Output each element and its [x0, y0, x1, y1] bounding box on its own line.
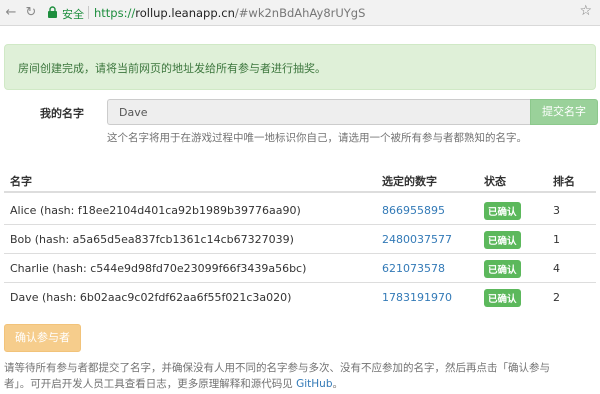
rank-value: 3 [553, 204, 560, 217]
address-bar[interactable]: 安全 https://rollup.leanapp.cn/#wk2nBdAhAy… [44, 3, 592, 23]
table-row: Dave (hash: 6b02aac9c02fdf62aa6f55f021c3… [4, 289, 596, 321]
name-label: 我的名字 [40, 107, 84, 120]
table-header-divider [4, 191, 596, 193]
url-separator [88, 6, 89, 19]
rank-value: 2 [553, 291, 560, 304]
participant-name: Dave (hash: 6b02aac9c02fdf62aa6f55f021c3… [10, 291, 292, 304]
footer-note: 请等待所有参与者都提交了名字，并确保没有人用不同的名字参与多次、没有不应参加的名… [4, 360, 596, 392]
table-row: Bob (hash: a5a65d5ea837fcb1361c14cb67327… [4, 231, 596, 263]
participant-name: Bob (hash: a5a65d5ea837fcb1361c14cb67327… [10, 233, 294, 246]
status-badge: 已确认 [484, 231, 521, 249]
github-link[interactable]: GitHub [296, 378, 332, 390]
footer-text-line1: 请等待所有参与者都提交了名字，并确保没有人用不同的名字参与多次、没有不应参加的名… [4, 362, 550, 374]
url-domain: rollup.leanapp.cn [135, 6, 235, 20]
lock-icon [48, 6, 57, 18]
url-text[interactable]: https://rollup.leanapp.cn/#wk2nBdAhAy8rU… [94, 6, 365, 20]
row-divider [4, 224, 596, 225]
browser-toolbar: ← ↻ 安全 https://rollup.leanapp.cn/#wk2nBd… [0, 0, 600, 26]
rank-value: 4 [553, 262, 560, 275]
participant-name: Charlie (hash: c544e9d98fd70e23099f66f34… [10, 262, 307, 275]
reload-icon[interactable]: ↻ [22, 4, 40, 22]
url-protocol: https:// [94, 6, 136, 20]
chosen-number-link[interactable]: 1783191970 [382, 291, 452, 304]
status-badge: 已确认 [484, 289, 521, 307]
participant-name: Alice (hash: f18ee2104d401ca92b1989b3977… [10, 204, 301, 217]
status-badge: 已确认 [484, 202, 521, 220]
row-divider [4, 282, 596, 283]
success-alert: 房间创建完成，请将当前网页的地址发给所有参与者进行抽奖。 [4, 44, 596, 90]
rank-value: 1 [553, 233, 560, 246]
column-header-status: 状态 [484, 175, 506, 188]
chosen-number-link[interactable]: 621073578 [382, 262, 445, 275]
chosen-number-link[interactable]: 2480037577 [382, 233, 452, 246]
status-badge: 已确认 [484, 260, 521, 278]
name-input[interactable] [107, 99, 530, 125]
confirm-participants-button[interactable]: 确认参与者 [4, 324, 81, 352]
bookmark-star-icon[interactable]: ☆ [579, 3, 592, 19]
submit-name-button[interactable]: 提交名字 [530, 99, 598, 125]
column-header-name: 名字 [10, 175, 32, 188]
help-text: 这个名字将用于在游戏过程中唯一地标识你自己，请选用一个被所有参与者都熟知的名字。 [107, 132, 527, 144]
alert-text: 房间创建完成，请将当前网页的地址发给所有参与者进行抽奖。 [18, 62, 326, 75]
table-row: Charlie (hash: c544e9d98fd70e23099f66f34… [4, 260, 596, 292]
table-row: Alice (hash: f18ee2104d401ca92b1989b3977… [4, 202, 596, 234]
column-header-rank: 排名 [553, 175, 575, 188]
footer-text-line2: 者」。可开启开发人员工具查看日志，更多原理解释和源代码见 [4, 378, 297, 390]
secure-label: 安全 [62, 8, 84, 21]
footer-text-end: 。 [332, 378, 343, 390]
row-divider [4, 253, 596, 254]
chosen-number-link[interactable]: 866955895 [382, 204, 445, 217]
url-hash: /#wk2nBdAhAy8rUYgS [234, 6, 366, 20]
column-header-number: 选定的数字 [382, 175, 437, 188]
back-arrow-icon[interactable]: ← [2, 4, 20, 22]
